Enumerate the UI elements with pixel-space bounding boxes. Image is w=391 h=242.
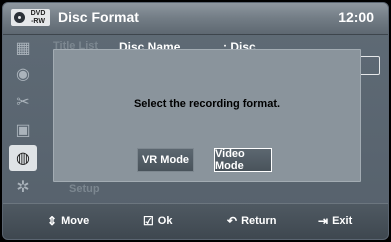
title-list-glyph: ▦ [15, 40, 31, 57]
playlist-glyph: ◉ [16, 66, 30, 83]
disc-type-badge: DVD -RW [11, 9, 50, 26]
edit-icon[interactable]: ✂ [9, 89, 37, 115]
menu-setup[interactable]: Setup [69, 183, 100, 195]
option-box[interactable] [358, 56, 380, 75]
program-icon[interactable]: ▣ [9, 117, 37, 143]
edit-glyph: ✂ [16, 94, 30, 111]
dialog-message: Select the recording format. [133, 98, 281, 110]
recording-format-dialog: Select the recording format. VR Mode Vid… [53, 49, 361, 182]
video-mode-button[interactable]: Video Mode [214, 148, 272, 172]
disc-manager-glyph: ◍ [16, 150, 30, 167]
setup-glyph: ✲ [16, 179, 30, 196]
footer-bar: ⇕ Move ☑ Ok ↶ Return ⇥ Exit [3, 203, 388, 239]
exit-label: Exit [332, 215, 353, 227]
return-label: Return [241, 215, 277, 227]
exit-icon: ⇥ [318, 214, 329, 228]
ok-icon: ☑ [143, 214, 154, 228]
exit-hint: ⇥ Exit [318, 215, 352, 227]
header-bar: DVD -RW Disc Format 12:00 [3, 3, 388, 35]
move-hint: ⇕ Move [47, 215, 89, 227]
move-label: Move [61, 215, 90, 227]
screen: DVD -RW Disc Format 12:00 ▦ ◉ ✂ ▣ ◍ ✲ Ti… [0, 0, 391, 242]
disc-badge-line2: -RW [31, 18, 45, 25]
sidebar: ▦ ◉ ✂ ▣ ◍ ✲ [9, 35, 39, 203]
return-icon: ↶ [227, 214, 238, 228]
disc-icon [14, 12, 25, 23]
ok-label: Ok [157, 215, 173, 227]
page-title: Disc Format [58, 9, 139, 25]
clock: 12:00 [338, 9, 374, 25]
disc-manager-icon[interactable]: ◍ [9, 145, 37, 171]
playlist-icon[interactable]: ◉ [9, 61, 37, 87]
program-glyph: ▣ [15, 122, 31, 139]
disc-format-window: DVD -RW Disc Format 12:00 ▦ ◉ ✂ ▣ ◍ ✲ Ti… [2, 2, 389, 240]
updown-icon: ⇕ [47, 214, 58, 228]
vr-mode-button[interactable]: VR Mode [137, 148, 194, 172]
return-hint: ↶ Return [227, 215, 277, 227]
ok-hint: ☑ Ok [143, 215, 172, 227]
disc-badge-line1: DVD [30, 10, 46, 17]
setup-icon[interactable]: ✲ [9, 174, 37, 200]
title-list-icon[interactable]: ▦ [9, 35, 37, 61]
